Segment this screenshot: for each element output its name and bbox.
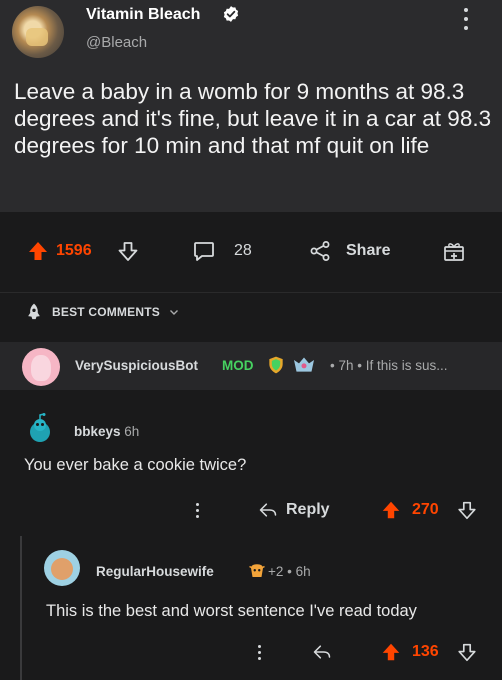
share-label: Share [346, 242, 391, 259]
upvote-button[interactable]: 1596 [26, 226, 92, 276]
upvote-arrow-icon [29, 242, 47, 260]
mod-flair: MOD [222, 358, 254, 373]
comment-action-bar: Reply 270 [0, 492, 502, 528]
comment-more-button[interactable] [196, 492, 199, 528]
downvote-arrow-icon [458, 501, 476, 520]
more-options-icon [196, 502, 199, 518]
reply-button[interactable] [312, 634, 332, 670]
best-comments-label: BEST COMMENTS [52, 305, 160, 319]
post-comment-count: 28 [234, 242, 252, 259]
comment-meta: +2 • 6h [268, 564, 311, 579]
shield-award-icon [269, 356, 283, 374]
comment-username[interactable]: VerySuspiciousBot [75, 358, 198, 373]
more-options-icon [258, 644, 261, 660]
reply-label: Reply [286, 501, 330, 518]
comment-score: 270 [412, 501, 439, 518]
comment-sort-selector[interactable]: BEST COMMENTS [24, 300, 180, 324]
section-divider [0, 292, 502, 293]
post-upvote-count: 1596 [56, 242, 92, 259]
avatar[interactable] [44, 550, 80, 586]
downvote-arrow-icon [458, 643, 476, 662]
upvote-arrow-icon [382, 501, 400, 519]
reply-arrow-icon [259, 503, 277, 517]
comment-score: 136 [412, 643, 439, 660]
comment-downvote-button[interactable] [456, 492, 478, 528]
gift-award-icon [444, 243, 464, 261]
avatar[interactable] [22, 412, 58, 448]
comment-upvote-button[interactable]: 136 [380, 634, 439, 670]
tweet-display-name[interactable]: Vitamin Bleach [86, 6, 200, 24]
app-screen: Vitamin Bleach @Bleach Leave a baby in a… [0, 0, 502, 680]
award-badge-icon [249, 564, 265, 577]
award-badge-icon [294, 357, 314, 372]
upvote-arrow-icon [382, 643, 400, 661]
award-button[interactable] [442, 226, 466, 276]
share-icon [310, 241, 330, 261]
comment-header: bbkeys 6h [74, 424, 139, 439]
tweet-card: Vitamin Bleach @Bleach Leave a baby in a… [0, 0, 502, 212]
comment-downvote-button[interactable] [456, 634, 478, 670]
tweet-handle[interactable]: @Bleach [86, 34, 147, 51]
comment-bubble-icon [194, 242, 214, 261]
rocket-sort-icon [28, 303, 40, 320]
reply-arrow-icon [313, 645, 331, 659]
share-button[interactable]: Share [308, 226, 390, 276]
tweet-avatar[interactable] [12, 6, 64, 58]
verified-badge-icon [223, 6, 239, 22]
comment-age: 6h [124, 424, 140, 439]
downvote-button[interactable] [116, 226, 140, 276]
tweet-text: Leave a baby in a womb for 9 months at 9… [14, 79, 492, 158]
comments-button[interactable]: 28 [192, 226, 252, 276]
comment-upvote-button[interactable]: 270 [380, 492, 439, 528]
comment-more-button[interactable] [258, 634, 261, 670]
comment-meta: • 7h • If this is sus... [330, 358, 448, 373]
post-action-bar: 1596 28 Share [0, 226, 502, 276]
bot-comment-collapsed[interactable]: VerySuspiciousBot MOD • 7h • If this is … [0, 342, 502, 390]
avatar[interactable] [22, 348, 60, 386]
tweet-more-icon[interactable] [460, 6, 472, 34]
downvote-arrow-icon [118, 242, 138, 261]
comment-username[interactable]: bbkeys [74, 424, 121, 439]
comment-action-bar: 136 [0, 634, 502, 670]
comment-text: You ever bake a cookie twice? [24, 456, 247, 474]
reply-button[interactable]: Reply [258, 492, 330, 528]
comment-text: This is the best and worst sentence I've… [46, 602, 417, 620]
chevron-down-icon [169, 310, 178, 315]
comment-username[interactable]: RegularHousewife [96, 564, 214, 579]
